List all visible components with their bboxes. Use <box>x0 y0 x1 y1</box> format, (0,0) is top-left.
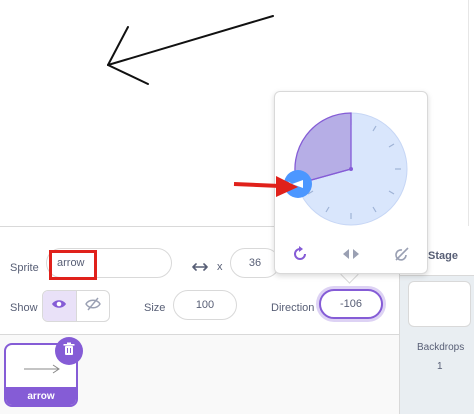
show-label: Show <box>10 302 38 314</box>
delete-sprite-button[interactable] <box>55 337 83 365</box>
eye-slash-icon <box>84 297 101 316</box>
rotation-style-bar <box>275 244 427 268</box>
direction-dial[interactable] <box>275 92 427 242</box>
left-right-rotation-icon[interactable] <box>342 247 360 266</box>
backdrops-label: Backdrops <box>417 342 465 353</box>
visibility-toggle <box>42 290 110 322</box>
hide-button[interactable] <box>77 291 110 321</box>
x-input[interactable]: 36 <box>230 248 280 278</box>
stage-edge <box>468 0 469 226</box>
dont-rotate-icon[interactable] <box>394 246 410 267</box>
x-label: x <box>217 261 223 273</box>
sprite-thumbnail-name: arrow <box>6 387 76 405</box>
backdrops-count: 1 <box>437 361 443 372</box>
trash-icon <box>63 342 75 361</box>
stage-title: Stage <box>428 250 458 262</box>
size-label: Size <box>144 302 166 314</box>
backdrop-thumbnail[interactable] <box>408 281 471 327</box>
direction-value: -106 <box>339 298 363 310</box>
eye-icon <box>51 297 67 315</box>
sprite-label: Sprite <box>10 262 39 274</box>
all-around-rotation-icon[interactable] <box>292 245 308 267</box>
x-arrows-icon <box>192 259 208 277</box>
size-value: 100 <box>195 299 215 311</box>
x-value: 36 <box>248 257 262 269</box>
size-input[interactable]: 100 <box>173 290 237 320</box>
annotation-box <box>49 250 97 280</box>
direction-input[interactable]: -106 <box>319 289 383 319</box>
show-button[interactable] <box>43 291 77 321</box>
direction-label: Direction <box>271 302 315 314</box>
annotation-arrow <box>233 176 298 197</box>
